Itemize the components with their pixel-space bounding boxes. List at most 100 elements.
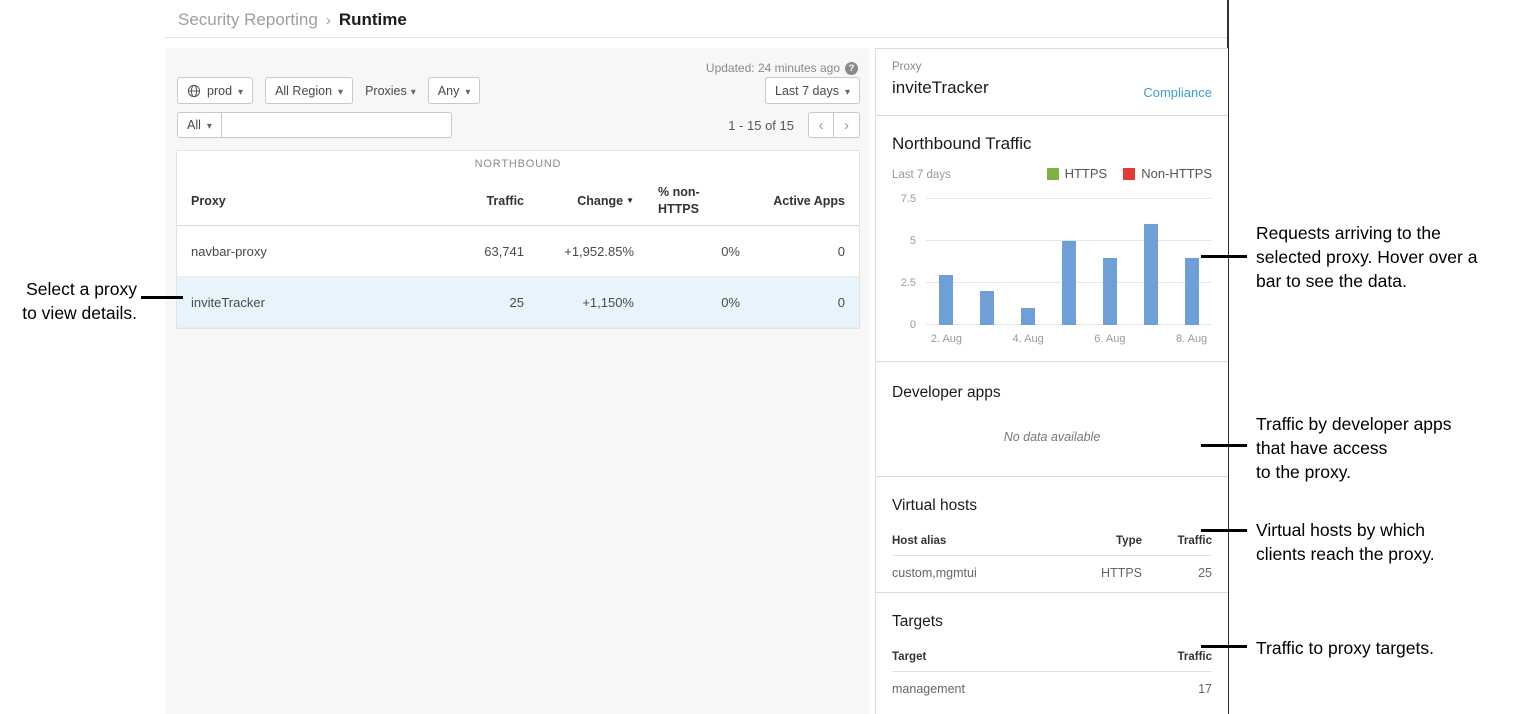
cell-non-https: 0% [634,295,740,310]
chevron-down-icon [207,118,212,132]
header-divider [165,37,1228,38]
search-input[interactable] [222,112,452,138]
column-header-non-https[interactable]: % non-HTTPS [634,184,740,218]
chart-x-tick-label: 8. Aug [1171,333,1212,349]
chart-y-axis: 02.557.5 [892,199,926,325]
virtual-hosts-header-row: Host alias Type Traffic [892,523,1212,556]
targets-header-row: Target Traffic [892,639,1212,672]
table-row[interactable]: navbar-proxy 63,741 +1,952.85% 0% 0 [177,226,859,277]
https-legend-swatch-icon [1047,168,1059,180]
date-range-label: Last 7 days [775,84,839,98]
environment-label: prod [207,84,232,98]
column-header-traffic[interactable]: Traffic [439,194,524,208]
chart-bar-slot [967,199,1008,325]
date-range-dropdown[interactable]: Last 7 days [765,77,860,104]
chart-x-axis: 2. Aug4. Aug6. Aug8. Aug [926,333,1212,349]
column-header-active-apps[interactable]: Active Apps [740,194,859,208]
cell-target-traffic: 17 [1142,682,1212,696]
column-header-change-label: Change [577,194,623,208]
next-page-button[interactable]: › [834,112,860,138]
callout-pointer-line [141,296,183,299]
section-title-targets: Targets [892,613,1212,631]
column-header-target-traffic: Traffic [1142,651,1212,663]
legend-label-non-https: Non-HTTPS [1141,166,1212,181]
cell-active-apps: 0 [740,295,859,310]
callout-pointer-line [1201,645,1247,648]
column-header-type: Type [1072,535,1142,547]
column-header-change[interactable]: Change▼ [524,194,634,208]
callout-pointer-line [1201,529,1247,532]
proxies-label: Proxies [365,84,407,98]
proxy-detail-panel: Proxy inviteTracker Compliance Northboun… [875,48,1228,714]
chart-bar[interactable] [1062,241,1076,325]
proxies-dropdown[interactable]: Proxies [365,84,416,98]
cell-host-type: HTTPS [1072,566,1142,580]
environment-dropdown[interactable]: prod [177,77,253,104]
filter-toolbar: prod All Region Proxies Any Last 7 days [177,77,860,104]
chart-x-tick-label: 2. Aug [926,333,967,349]
cell-proxy-name: inviteTracker [177,295,439,310]
chart-bar[interactable] [1185,258,1199,325]
legend-item-non-https: Non-HTTPS [1123,166,1212,181]
cell-proxy-name: navbar-proxy [177,244,439,259]
page-title: Runtime [339,10,407,30]
northbound-chart: 02.557.5 [892,199,1212,325]
callout-virtual-hosts: Virtual hosts by which clients reach the… [1256,518,1496,566]
cell-traffic: 63,741 [439,244,524,259]
pagination-label: 1 - 15 of 15 [728,118,794,133]
callout-select-proxy: Select a proxy to view details. [0,277,137,325]
search-toolbar: All 1 - 15 of 15 ‹ › [177,112,860,138]
cell-non-https: 0% [634,244,740,259]
chart-bar-slot [1049,199,1090,325]
filter-all-label: All [187,118,201,132]
chart-bar[interactable] [1144,224,1158,325]
chart-bar[interactable] [1021,308,1035,325]
chart-legend: HTTPS Non-HTTPS [1047,166,1212,181]
cell-traffic: 25 [439,295,524,310]
chevron-down-icon [845,84,850,98]
northbound-traffic-section: Northbound Traffic Last 7 days HTTPS Non… [876,116,1228,362]
chart-bar-slot [1130,199,1171,325]
column-header-traffic: Traffic [1142,535,1212,547]
compliance-link[interactable]: Compliance [1143,85,1212,100]
cell-active-apps: 0 [740,244,859,259]
breadcrumb: Security Reporting › Runtime [178,6,407,34]
chart-x-tick-label [1049,333,1090,349]
chart-bar-slot [1089,199,1130,325]
non-https-legend-swatch-icon [1123,168,1135,180]
sort-desc-icon: ▼ [626,196,634,205]
help-icon[interactable]: ? [845,62,858,75]
column-header-proxy[interactable]: Proxy [177,194,439,208]
empty-state-message: No data available [892,430,1212,444]
callout-pointer-line [1201,444,1247,447]
cell-change: +1,150% [524,295,634,310]
chart-bar-slot [1008,199,1049,325]
breadcrumb-security-reporting[interactable]: Security Reporting [178,10,318,30]
filter-all-dropdown[interactable]: All [177,112,222,138]
updated-label: Updated: 24 minutes ago [706,61,840,75]
chevron-down-icon [465,84,470,98]
main-panel: Updated: 24 minutes ago ? prod All Regio… [165,48,870,714]
section-title-virtual-hosts: Virtual hosts [892,497,1212,515]
chevron-down-icon [238,84,243,98]
cell-change: +1,952.85% [524,244,634,259]
table-group-header: NORTHBOUND [177,151,859,177]
virtual-host-row: custom,mgmtui HTTPS 25 [892,556,1212,592]
any-label: Any [438,84,460,98]
any-dropdown[interactable]: Any [428,77,481,104]
chevron-down-icon [338,84,343,98]
chart-bar[interactable] [1103,258,1117,325]
chart-bar[interactable] [980,291,994,325]
region-dropdown[interactable]: All Region [265,77,353,104]
prev-page-button[interactable]: ‹ [808,112,834,138]
breadcrumb-separator-icon: › [326,12,331,29]
table-row-selected[interactable]: inviteTracker 25 +1,150% 0% 0 [177,277,859,328]
chart-y-tick-label: 2.5 [901,277,916,289]
chart-bar[interactable] [939,275,953,325]
chart-x-tick-label [1130,333,1171,349]
proxy-detail-header: Proxy inviteTracker Compliance [876,49,1228,116]
targets-table: Target Traffic management 17 [892,639,1212,708]
column-header-host-alias: Host alias [892,535,1072,547]
region-label: All Region [275,84,332,98]
chevron-down-icon [411,84,416,98]
